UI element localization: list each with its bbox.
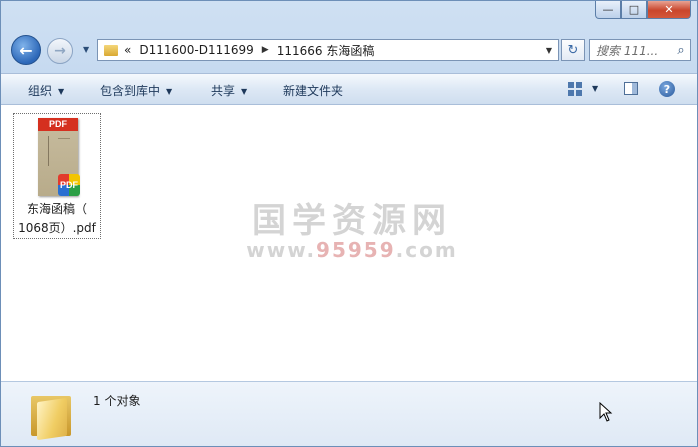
include-in-library-menu[interactable]: 包含到库中 ▼: [100, 82, 172, 99]
file-name[interactable]: 东海函稿（ 1068页）.pdf: [14, 200, 100, 238]
forward-button[interactable]: →: [47, 38, 73, 64]
pdf-header-label: PDF: [38, 118, 78, 131]
breadcrumb-item-parent[interactable]: D111600-D111699: [139, 43, 253, 57]
watermark-url: www.95959.com: [237, 238, 467, 262]
organize-label: 组织: [28, 84, 53, 98]
forward-arrow-icon: →: [54, 43, 66, 59]
folder-icon: [31, 390, 71, 441]
back-button[interactable]: ←: [11, 35, 41, 65]
caption-buttons: — □ ✕: [595, 1, 691, 19]
help-icon[interactable]: ?: [659, 81, 675, 97]
breadcrumb-item-current[interactable]: 111666 东海函稿: [277, 42, 375, 59]
folder-icon: [104, 44, 118, 56]
close-button[interactable]: ✕: [647, 1, 691, 19]
search-input[interactable]: 搜索 111...: [596, 42, 672, 59]
preview-pane-icon[interactable]: [624, 82, 638, 95]
chevron-down-icon: ▼: [241, 87, 248, 96]
navigation-bar: ← → ▼ « D111600-D111699 ▶ 111666 东海函稿 ▼ …: [9, 35, 691, 65]
back-arrow-icon: ←: [19, 40, 33, 60]
file-list-area[interactable]: PDF PDF 东海函稿（ 1068页）.pdf 国学资源网 www.95959…: [1, 105, 697, 381]
share-label: 共享: [211, 84, 236, 98]
breadcrumb-overflow[interactable]: «: [124, 43, 131, 57]
watermark-title: 国学资源网: [252, 201, 452, 241]
pdf-app-badge-icon: PDF: [58, 174, 80, 196]
share-menu[interactable]: 共享 ▼: [211, 82, 247, 99]
refresh-icon: ↻: [567, 42, 579, 58]
watermark-url-prefix: www.: [246, 238, 317, 262]
new-folder-label: 新建文件夹: [283, 84, 344, 98]
recent-pages-dropdown[interactable]: ▼: [83, 45, 89, 54]
address-dropdown-icon[interactable]: ▼: [546, 46, 552, 55]
document-scan-mark: [48, 136, 53, 166]
chevron-down-icon: ▼: [58, 87, 65, 96]
new-folder-button[interactable]: 新建文件夹: [283, 82, 343, 99]
mouse-cursor-icon: [599, 402, 613, 422]
search-icon[interactable]: ⌕: [672, 43, 690, 58]
watermark-url-number: 95959: [316, 238, 396, 262]
minimize-button[interactable]: —: [595, 1, 621, 19]
view-options-dropdown[interactable]: ▼: [592, 84, 598, 93]
maximize-button[interactable]: □: [621, 1, 647, 19]
address-bar[interactable]: « D111600-D111699 ▶ 111666 东海函稿 ▼: [97, 39, 559, 61]
breadcrumb-separator-icon[interactable]: ▶: [262, 45, 269, 55]
watermark: 国学资源网 www.95959.com: [237, 193, 467, 262]
change-view-icon[interactable]: [568, 82, 582, 96]
file-name-line-1: 东海函稿（: [26, 202, 87, 216]
file-item[interactable]: PDF PDF 东海函稿（ 1068页）.pdf: [13, 113, 101, 239]
command-bar: 组织 ▼ 包含到库中 ▼ 共享 ▼ 新建文件夹 ▼ ?: [1, 73, 697, 105]
watermark-url-suffix: .com: [395, 238, 458, 262]
file-name-line-2: 1068页）.pdf: [18, 221, 96, 235]
organize-menu[interactable]: 组织 ▼: [28, 82, 64, 99]
include-in-library-label: 包含到库中: [100, 84, 161, 98]
explorer-window: — □ ✕ ← → ▼ « D111600-D111699 ▶ 111666 东…: [0, 0, 698, 447]
item-count: 1 个对象: [93, 394, 141, 408]
details-pane: 1 个对象: [1, 381, 697, 446]
refresh-button[interactable]: ↻: [561, 39, 585, 61]
document-scan-mark: [58, 138, 70, 139]
chevron-down-icon: ▼: [166, 87, 173, 96]
search-box[interactable]: 搜索 111... ⌕: [589, 39, 691, 61]
